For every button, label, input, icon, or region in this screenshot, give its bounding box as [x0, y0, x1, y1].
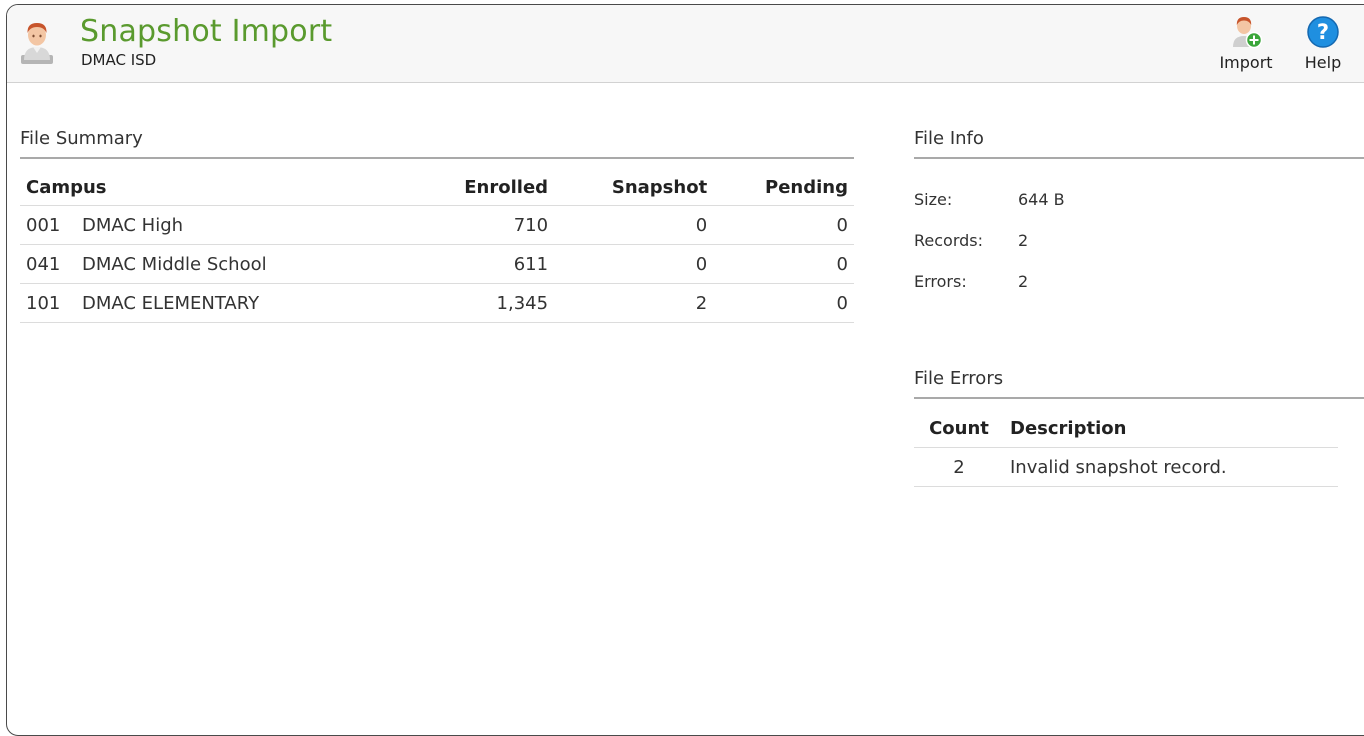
file-info-size-row: Size: 644 B — [914, 179, 1065, 220]
size-label: Size: — [914, 190, 953, 209]
user-add-icon — [1233, 17, 1263, 49]
app-window: Snapshot Import DMAC ISD Import ? Help F… — [6, 4, 1364, 736]
pending-cell: 0 — [713, 244, 854, 284]
organization-name: DMAC ISD — [81, 51, 157, 69]
enrolled-cell: 1,345 — [412, 283, 555, 323]
campus-name: DMAC High — [82, 214, 184, 236]
column-header-enrolled: Enrolled — [412, 169, 555, 206]
campus-code: 041 — [26, 253, 61, 275]
table-row: 101 DMAC ELEMENTARY 1,345 2 0 — [20, 283, 854, 323]
file-info-records-row: Records: 2 — [914, 220, 1065, 261]
campus-cell: 001 DMAC High — [20, 205, 412, 245]
help-button-label: Help — [1304, 53, 1342, 72]
campus-name: DMAC ELEMENTARY — [82, 292, 260, 314]
campus-cell: 101 DMAC ELEMENTARY — [20, 283, 412, 323]
help-button[interactable]: ? Help — [1297, 15, 1349, 72]
campus-code: 001 — [26, 214, 61, 236]
snapshot-cell: 0 — [554, 244, 714, 284]
column-header-pending: Pending — [713, 169, 854, 206]
errors-value: 2 — [1018, 272, 1029, 291]
snapshot-cell: 2 — [554, 283, 714, 323]
enrolled-cell: 710 — [412, 205, 555, 245]
file-summary-table: Campus Enrolled Snapshot Pending 001 DMAC… — [20, 169, 854, 323]
file-info-title: File Info — [914, 128, 984, 149]
column-header-snapshot: Snapshot — [554, 169, 714, 206]
campus-name: DMAC Middle School — [82, 253, 267, 275]
column-header-description: Description — [1004, 409, 1338, 448]
table-row: 041 DMAC Middle School 611 0 0 — [20, 244, 854, 284]
user-avatar-icon — [21, 23, 53, 64]
file-info-table: Size: 644 B Records: 2 Errors: 2 — [914, 179, 1065, 302]
column-header-campus: Campus — [20, 169, 412, 206]
file-errors-title: File Errors — [914, 368, 1004, 389]
campus-cell: 041 DMAC Middle School — [20, 244, 412, 284]
pending-cell: 0 — [713, 205, 854, 245]
page-title: Snapshot Import — [80, 14, 333, 49]
table-header-row: Campus Enrolled Snapshot Pending — [20, 169, 854, 206]
table-row: 001 DMAC High 710 0 0 — [20, 205, 854, 245]
size-value: 644 B — [1018, 190, 1065, 209]
help-icon: ? — [1307, 16, 1339, 48]
svg-text:?: ? — [1317, 20, 1329, 44]
table-row: 2 Invalid snapshot record. — [914, 447, 1338, 487]
enrolled-cell: 611 — [412, 244, 555, 284]
file-errors-table: Count Description 2 Invalid snapshot rec… — [914, 409, 1338, 487]
table-header-row: Count Description — [914, 409, 1338, 448]
error-count-cell: 2 — [914, 447, 1004, 487]
file-info-divider — [914, 157, 1364, 159]
records-label: Records: — [914, 231, 984, 250]
file-errors-divider — [914, 397, 1364, 399]
pending-cell: 0 — [713, 283, 854, 323]
import-button[interactable]: Import — [1213, 15, 1279, 72]
error-description-cell: Invalid snapshot record. — [1004, 447, 1338, 487]
snapshot-cell: 0 — [554, 205, 714, 245]
page-header: Snapshot Import DMAC ISD Import ? Help — [7, 5, 1364, 83]
column-header-count: Count — [914, 409, 1004, 448]
file-summary-title: File Summary — [20, 128, 143, 149]
import-button-label: Import — [1219, 53, 1273, 72]
file-info-errors-row: Errors: 2 — [914, 261, 1065, 302]
file-summary-divider — [20, 157, 854, 159]
campus-code: 101 — [26, 292, 61, 314]
errors-label: Errors: — [914, 272, 967, 291]
records-value: 2 — [1018, 231, 1029, 250]
